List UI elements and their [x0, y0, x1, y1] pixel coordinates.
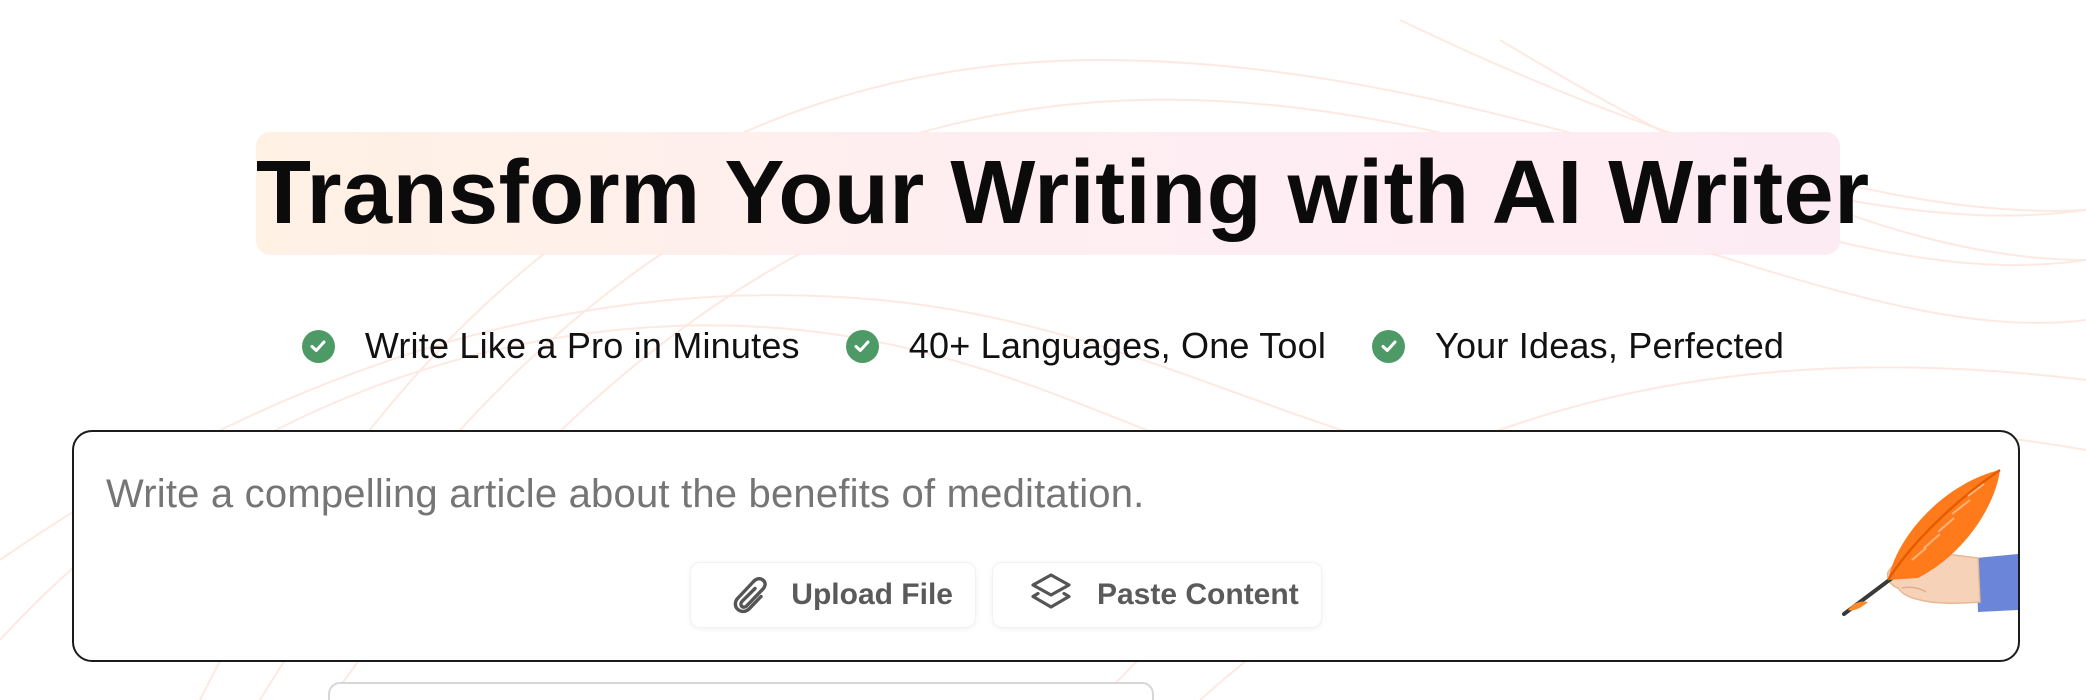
prompt-input[interactable]	[106, 472, 1706, 517]
feature-label: 40+ Languages, One Tool	[908, 325, 1327, 366]
feature-list: Write Like a Pro in Minutes 40+ Language…	[0, 318, 2086, 374]
layers-icon	[1029, 571, 1073, 620]
quill-hand-icon	[1842, 468, 2018, 616]
secondary-input-box[interactable]	[328, 682, 1154, 700]
paste-content-button[interactable]: Paste Content	[991, 562, 1322, 628]
hero-title-highlight: Transform Your Writing with AI Writer	[256, 132, 1870, 254]
upload-file-button[interactable]: Upload File	[690, 562, 976, 628]
feature-item: Write Like a Pro in Minutes	[301, 325, 800, 367]
feature-label: Write Like a Pro in Minutes	[364, 325, 800, 366]
feature-label: Your Ideas, Perfected	[1435, 325, 1785, 366]
check-circle-icon	[301, 329, 335, 363]
prompt-box: Upload File Paste Content	[72, 430, 2020, 662]
feature-item: Your Ideas, Perfected	[1372, 325, 1784, 367]
check-circle-icon	[845, 329, 879, 363]
check-circle-icon	[1372, 329, 1406, 363]
upload-file-label: Upload File	[791, 578, 953, 611]
paste-content-label: Paste Content	[1096, 578, 1299, 611]
ai-writer-landing: Transform Your Writing with AI Writer Wr…	[0, 0, 2086, 700]
feature-item: 40+ Languages, One Tool	[845, 325, 1327, 367]
hero-title: Transform Your Writing with AI Writer	[256, 143, 1870, 243]
prompt-actions: Upload File Paste Content	[74, 562, 2018, 628]
paperclip-icon	[727, 571, 768, 620]
